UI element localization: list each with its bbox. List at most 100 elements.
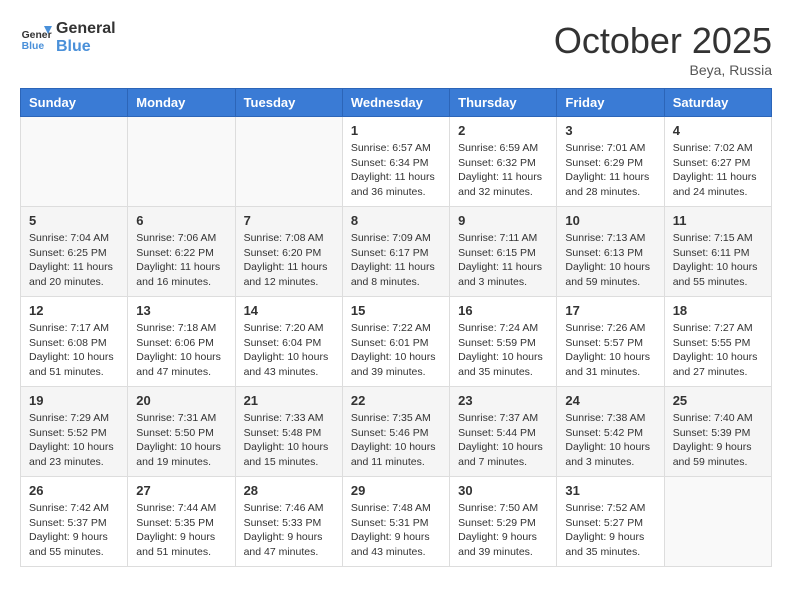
location: Beya, Russia [554,62,772,78]
day-info: Sunrise: 7:22 AM Sunset: 6:01 PM Dayligh… [351,321,441,380]
day-info: Sunrise: 7:52 AM Sunset: 5:27 PM Dayligh… [565,501,655,560]
day-number: 18 [673,303,763,318]
day-number: 22 [351,393,441,408]
calendar-cell: 29Sunrise: 7:48 AM Sunset: 5:31 PM Dayli… [342,477,449,567]
week-row-1: 1Sunrise: 6:57 AM Sunset: 6:34 PM Daylig… [21,117,772,207]
calendar-cell [128,117,235,207]
day-number: 12 [29,303,119,318]
day-info: Sunrise: 7:42 AM Sunset: 5:37 PM Dayligh… [29,501,119,560]
logo-blue: Blue [56,38,116,56]
calendar-cell: 20Sunrise: 7:31 AM Sunset: 5:50 PM Dayli… [128,387,235,477]
day-info: Sunrise: 7:18 AM Sunset: 6:06 PM Dayligh… [136,321,226,380]
weekday-header-sunday: Sunday [21,89,128,117]
day-number: 3 [565,123,655,138]
weekday-header-monday: Monday [128,89,235,117]
day-number: 14 [244,303,334,318]
month-title: October 2025 [554,20,772,62]
weekday-header-friday: Friday [557,89,664,117]
calendar-cell: 27Sunrise: 7:44 AM Sunset: 5:35 PM Dayli… [128,477,235,567]
weekday-header-row: SundayMondayTuesdayWednesdayThursdayFrid… [21,89,772,117]
day-info: Sunrise: 7:37 AM Sunset: 5:44 PM Dayligh… [458,411,548,470]
day-info: Sunrise: 7:40 AM Sunset: 5:39 PM Dayligh… [673,411,763,470]
day-info: Sunrise: 7:20 AM Sunset: 6:04 PM Dayligh… [244,321,334,380]
weekday-header-saturday: Saturday [664,89,771,117]
calendar-cell: 31 Sunrise: 7:52 AM Sunset: 5:27 PM Dayli… [557,477,664,567]
day-info: Sunrise: 7:27 AM Sunset: 5:55 PM Dayligh… [673,321,763,380]
day-info: Sunrise: 7:15 AM Sunset: 6:11 PM Dayligh… [673,231,763,290]
calendar-cell: 24 Sunrise: 7:38 AM Sunset: 5:42 PM Dayli… [557,387,664,477]
calendar-cell: 11 Sunrise: 7:15 AM Sunset: 6:11 PM Dayli… [664,207,771,297]
calendar-cell: 19Sunrise: 7:29 AM Sunset: 5:52 PM Dayli… [21,387,128,477]
day-info: Sunrise: 7:38 AM Sunset: 5:42 PM Dayligh… [565,411,655,470]
title-area: October 2025 Beya, Russia [554,20,772,78]
day-info: Sunrise: 7:33 AM Sunset: 5:48 PM Dayligh… [244,411,334,470]
day-number: 25 [673,393,763,408]
day-info: Sunrise: 7:29 AM Sunset: 5:52 PM Dayligh… [29,411,119,470]
day-number: 5 [29,213,119,228]
calendar-cell: 17 Sunrise: 7:26 AM Sunset: 5:57 PM Dayli… [557,297,664,387]
day-number: 2 [458,123,548,138]
day-number: 13 [136,303,226,318]
day-info: Sunrise: 6:59 AM Sunset: 6:32 PM Dayligh… [458,141,548,200]
day-info: Sunrise: 7:08 AM Sunset: 6:20 PM Dayligh… [244,231,334,290]
day-number: 10 [565,213,655,228]
day-info: Sunrise: 7:35 AM Sunset: 5:46 PM Dayligh… [351,411,441,470]
calendar-cell: 12 Sunrise: 7:17 AM Sunset: 6:08 PM Dayli… [21,297,128,387]
calendar-cell: 13 Sunrise: 7:18 AM Sunset: 6:06 PM Dayli… [128,297,235,387]
day-number: 23 [458,393,548,408]
day-info: Sunrise: 7:17 AM Sunset: 6:08 PM Dayligh… [29,321,119,380]
day-info: Sunrise: 7:11 AM Sunset: 6:15 PM Dayligh… [458,231,548,290]
calendar-cell [235,117,342,207]
calendar-cell: 7 Sunrise: 7:08 AM Sunset: 6:20 PM Daylig… [235,207,342,297]
day-info: Sunrise: 7:09 AM Sunset: 6:17 PM Dayligh… [351,231,441,290]
week-row-4: 19Sunrise: 7:29 AM Sunset: 5:52 PM Dayli… [21,387,772,477]
calendar-cell: 23 Sunrise: 7:37 AM Sunset: 5:44 PM Dayli… [450,387,557,477]
calendar-cell: 1Sunrise: 6:57 AM Sunset: 6:34 PM Daylig… [342,117,449,207]
calendar-cell: 3 Sunrise: 7:01 AM Sunset: 6:29 PM Daylig… [557,117,664,207]
logo-icon: General Blue [20,22,52,54]
day-info: Sunrise: 7:04 AM Sunset: 6:25 PM Dayligh… [29,231,119,290]
day-info: Sunrise: 7:01 AM Sunset: 6:29 PM Dayligh… [565,141,655,200]
calendar-cell: 22 Sunrise: 7:35 AM Sunset: 5:46 PM Dayli… [342,387,449,477]
week-row-3: 12 Sunrise: 7:17 AM Sunset: 6:08 PM Dayli… [21,297,772,387]
calendar-cell: 5 Sunrise: 7:04 AM Sunset: 6:25 PM Daylig… [21,207,128,297]
day-info: Sunrise: 7:48 AM Sunset: 5:31 PM Dayligh… [351,501,441,560]
calendar-cell [664,477,771,567]
calendar-table: SundayMondayTuesdayWednesdayThursdayFrid… [20,88,772,567]
day-number: 16 [458,303,548,318]
day-number: 24 [565,393,655,408]
day-info: Sunrise: 7:06 AM Sunset: 6:22 PM Dayligh… [136,231,226,290]
calendar-cell: 21 Sunrise: 7:33 AM Sunset: 5:48 PM Dayli… [235,387,342,477]
calendar-cell: 9 Sunrise: 7:11 AM Sunset: 6:15 PM Daylig… [450,207,557,297]
page-header: General Blue General Blue October 2025 B… [20,20,772,78]
day-number: 26 [29,483,119,498]
calendar-cell: 25 Sunrise: 7:40 AM Sunset: 5:39 PM Dayli… [664,387,771,477]
calendar-cell: 4Sunrise: 7:02 AM Sunset: 6:27 PM Daylig… [664,117,771,207]
day-number: 9 [458,213,548,228]
day-number: 28 [244,483,334,498]
weekday-header-tuesday: Tuesday [235,89,342,117]
day-number: 4 [673,123,763,138]
calendar-cell: 8 Sunrise: 7:09 AM Sunset: 6:17 PM Daylig… [342,207,449,297]
day-info: Sunrise: 7:24 AM Sunset: 5:59 PM Dayligh… [458,321,548,380]
calendar-cell: 16 Sunrise: 7:24 AM Sunset: 5:59 PM Dayli… [450,297,557,387]
day-info: Sunrise: 7:50 AM Sunset: 5:29 PM Dayligh… [458,501,548,560]
day-number: 17 [565,303,655,318]
weekday-header-thursday: Thursday [450,89,557,117]
weekday-header-wednesday: Wednesday [342,89,449,117]
week-row-5: 26 Sunrise: 7:42 AM Sunset: 5:37 PM Dayli… [21,477,772,567]
calendar-cell: 14 Sunrise: 7:20 AM Sunset: 6:04 PM Dayli… [235,297,342,387]
day-info: Sunrise: 7:31 AM Sunset: 5:50 PM Dayligh… [136,411,226,470]
day-number: 31 [565,483,655,498]
calendar-cell: 15Sunrise: 7:22 AM Sunset: 6:01 PM Dayli… [342,297,449,387]
logo: General Blue General Blue [20,20,116,56]
calendar-cell: 28 Sunrise: 7:46 AM Sunset: 5:33 PM Dayli… [235,477,342,567]
day-number: 21 [244,393,334,408]
day-number: 7 [244,213,334,228]
day-number: 11 [673,213,763,228]
logo-general: General [56,20,116,38]
day-info: Sunrise: 7:44 AM Sunset: 5:35 PM Dayligh… [136,501,226,560]
day-number: 8 [351,213,441,228]
day-info: Sunrise: 7:26 AM Sunset: 5:57 PM Dayligh… [565,321,655,380]
day-info: Sunrise: 7:46 AM Sunset: 5:33 PM Dayligh… [244,501,334,560]
